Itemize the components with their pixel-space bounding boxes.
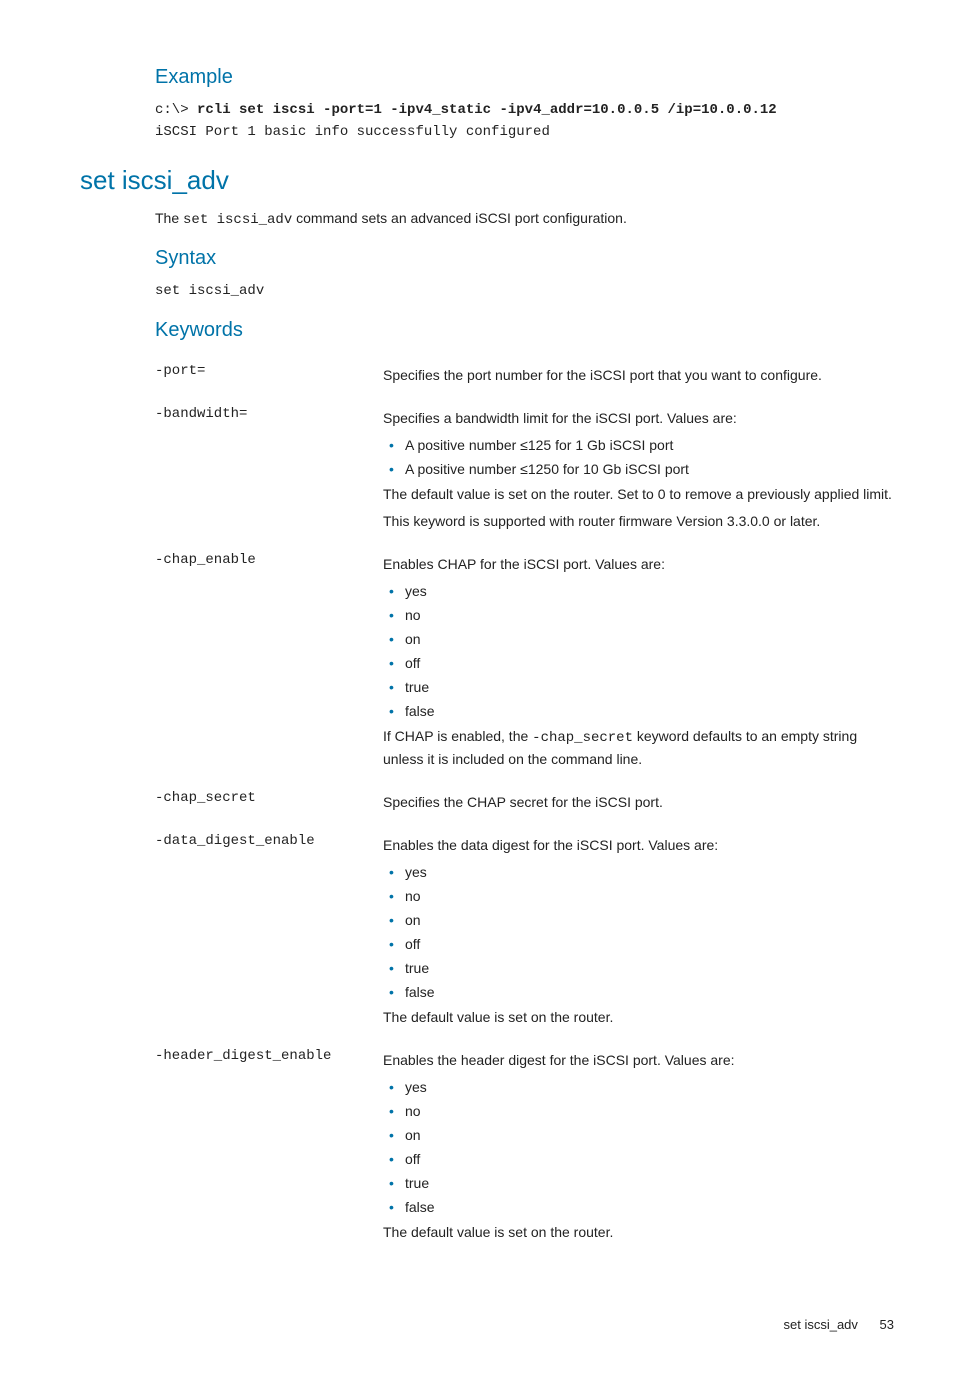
example-code-block: c:\> rcli set iscsi -port=1 -ipv4_static… (155, 100, 894, 143)
table-row: -chap_secret Specifies the CHAP secret f… (155, 782, 894, 825)
keyword-desc-text: Specifies the port number for the iSCSI … (383, 365, 894, 386)
list-item: false (383, 982, 894, 1003)
list-item: off (383, 653, 894, 674)
keyword-desc: Enables CHAP for the iSCSI port. Values … (383, 544, 894, 782)
list-item: off (383, 1149, 894, 1170)
page-footer: set iscsi_adv 53 (80, 1315, 894, 1335)
keyword-name-chap-secret: -chap_secret (155, 782, 383, 825)
keywords-table: -port= Specifies the port number for the… (155, 355, 894, 1255)
value-list: yes no on off true false (383, 862, 894, 1003)
keyword-name-port: -port= (155, 355, 383, 398)
keyword-name-bandwidth: -bandwidth= (155, 398, 383, 544)
chap-note-pre: If CHAP is enabled, the (383, 728, 532, 744)
intro-pre: The (155, 210, 183, 226)
keyword-desc-text: Enables the data digest for the iSCSI po… (383, 835, 894, 856)
chap-note-code: -chap_secret (532, 730, 633, 746)
keyword-desc-text: Enables the header digest for the iSCSI … (383, 1050, 894, 1071)
list-item: on (383, 629, 894, 650)
table-row: -port= Specifies the port number for the… (155, 355, 894, 398)
keyword-name-chap-enable: -chap_enable (155, 544, 383, 782)
keyword-post-text: This keyword is supported with router fi… (383, 511, 894, 532)
syntax-text: set iscsi_adv (155, 281, 894, 303)
list-item: A positive number ≤125 for 1 Gb iSCSI po… (383, 435, 894, 456)
example-prompt: c:\> (155, 102, 197, 118)
footer-section-name: set iscsi_adv (783, 1317, 857, 1332)
keyword-desc: Specifies a bandwidth limit for the iSCS… (383, 398, 894, 544)
keyword-desc: Specifies the port number for the iSCSI … (383, 355, 894, 398)
keywords-heading: Keywords (155, 315, 894, 345)
example-heading: Example (155, 62, 894, 92)
list-item: on (383, 910, 894, 931)
example-output: iSCSI Port 1 basic info successfully con… (155, 124, 550, 140)
list-item: true (383, 958, 894, 979)
example-command: rcli set iscsi -port=1 -ipv4_static -ipv… (197, 102, 777, 118)
list-item: on (383, 1125, 894, 1146)
keyword-desc-text: Specifies the CHAP secret for the iSCSI … (383, 792, 894, 813)
list-item: no (383, 886, 894, 907)
keyword-post-text: The default value is set on the router. (383, 1222, 894, 1243)
keyword-desc: Specifies the CHAP secret for the iSCSI … (383, 782, 894, 825)
list-item: false (383, 701, 894, 722)
list-item: yes (383, 581, 894, 602)
list-item: off (383, 934, 894, 955)
section-intro: The set iscsi_adv command sets an advanc… (155, 208, 894, 231)
keyword-desc: Enables the data digest for the iSCSI po… (383, 825, 894, 1040)
keyword-desc: Enables the header digest for the iSCSI … (383, 1040, 894, 1255)
keyword-desc-text: Enables CHAP for the iSCSI port. Values … (383, 554, 894, 575)
list-item: A positive number ≤1250 for 10 Gb iSCSI … (383, 459, 894, 480)
value-list: A positive number ≤125 for 1 Gb iSCSI po… (383, 435, 894, 480)
keyword-post-text: The default value is set on the router. … (383, 484, 894, 505)
list-item: yes (383, 862, 894, 883)
table-row: -data_digest_enable Enables the data dig… (155, 825, 894, 1040)
keyword-name-header-digest-enable: -header_digest_enable (155, 1040, 383, 1255)
intro-code: set iscsi_adv (183, 212, 292, 228)
keyword-post-text: If CHAP is enabled, the -chap_secret key… (383, 726, 894, 770)
list-item: no (383, 605, 894, 626)
table-row: -header_digest_enable Enables the header… (155, 1040, 894, 1255)
table-row: -chap_enable Enables CHAP for the iSCSI … (155, 544, 894, 782)
syntax-heading: Syntax (155, 243, 894, 273)
value-list: yes no on off true false (383, 1077, 894, 1218)
table-row: -bandwidth= Specifies a bandwidth limit … (155, 398, 894, 544)
value-list: yes no on off true false (383, 581, 894, 722)
keyword-post-text: The default value is set on the router. (383, 1007, 894, 1028)
list-item: true (383, 677, 894, 698)
section-heading: set iscsi_adv (80, 161, 894, 200)
list-item: no (383, 1101, 894, 1122)
list-item: true (383, 1173, 894, 1194)
list-item: yes (383, 1077, 894, 1098)
intro-post: command sets an advanced iSCSI port conf… (292, 210, 627, 226)
keyword-name-data-digest-enable: -data_digest_enable (155, 825, 383, 1040)
keyword-desc-text: Specifies a bandwidth limit for the iSCS… (383, 408, 894, 429)
page-number: 53 (880, 1317, 894, 1332)
list-item: false (383, 1197, 894, 1218)
